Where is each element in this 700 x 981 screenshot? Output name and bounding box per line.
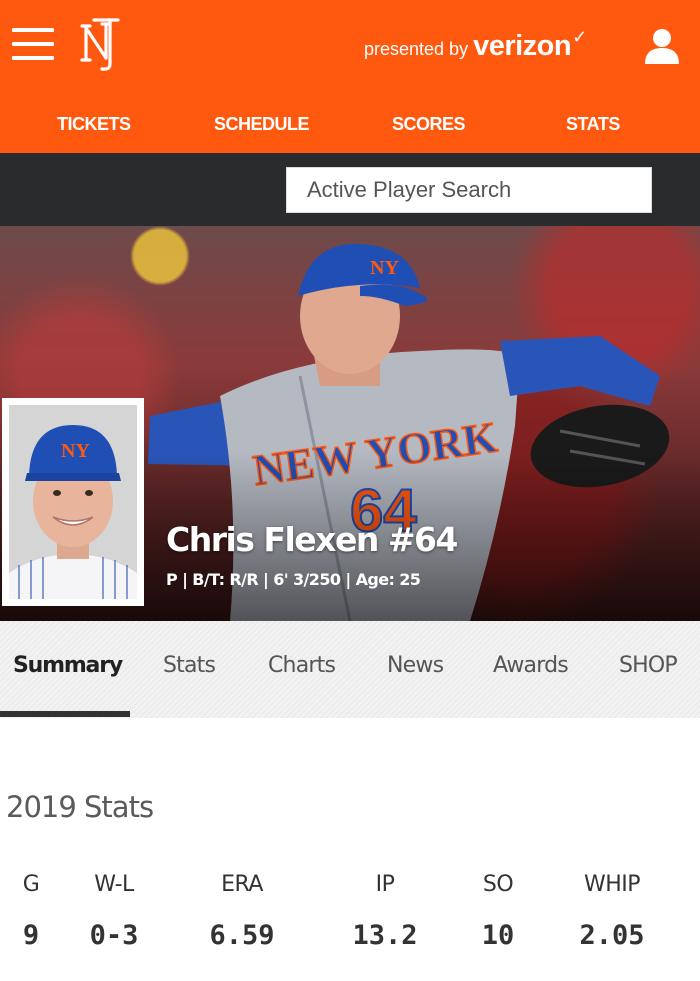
search-bar xyxy=(0,153,700,226)
stat-value-wl: 0-3 xyxy=(89,920,139,951)
player-meta: P | B/T: R/R | 6' 3/250 | Age: 25 xyxy=(166,570,421,589)
stat-header-g: G xyxy=(22,872,40,897)
tab-summary[interactable]: Summary xyxy=(13,653,123,678)
site-header: presented by verizon ✓ TICKETS SCHEDULE … xyxy=(0,0,700,153)
stat-value-g: 9 xyxy=(22,920,40,951)
tab-shop[interactable]: SHOP xyxy=(619,653,678,678)
svg-text:NY: NY xyxy=(61,440,90,462)
stat-header-so: SO xyxy=(482,872,514,897)
player-name: Chris Flexen #64 xyxy=(166,520,458,559)
svg-text:NY: NY xyxy=(370,257,399,279)
user-icon[interactable] xyxy=(642,26,682,66)
tab-awards[interactable]: Awards xyxy=(493,653,569,678)
stat-header-ip: IP xyxy=(375,872,395,897)
player-headshot: NY xyxy=(2,398,144,606)
menu-bar xyxy=(12,42,54,46)
player-hero: NY NEW YORK 64 xyxy=(0,226,700,621)
mets-logo-icon[interactable] xyxy=(80,14,122,72)
tab-stats[interactable]: Stats xyxy=(163,653,216,678)
nav-scores[interactable]: SCORES xyxy=(392,114,466,135)
menu-bar xyxy=(12,28,54,32)
sponsor-check-icon: ✓ xyxy=(572,27,588,47)
nav-schedule[interactable]: SCHEDULE xyxy=(214,114,310,135)
headshot-photo: NY xyxy=(9,405,137,599)
menu-icon[interactable] xyxy=(12,28,54,62)
stat-value-whip: 2.05 xyxy=(579,920,645,951)
active-tab-indicator xyxy=(0,711,130,717)
main-nav: TICKETS SCHEDULE SCORES STATS xyxy=(0,100,700,150)
stats-section-title: 2019 Stats xyxy=(6,790,154,824)
sponsor-banner[interactable]: presented by verizon ✓ xyxy=(364,27,588,63)
tab-news[interactable]: News xyxy=(387,653,444,678)
stat-value-era: 6.59 xyxy=(209,920,275,951)
stat-value-ip: 13.2 xyxy=(352,920,418,951)
menu-bar xyxy=(12,56,54,60)
stat-header-whip: WHIP xyxy=(583,872,641,897)
stat-header-wl: W-L xyxy=(94,872,134,897)
nav-stats[interactable]: STATS xyxy=(566,114,620,135)
nav-tickets[interactable]: TICKETS xyxy=(57,114,131,135)
stat-header-era: ERA xyxy=(221,872,263,897)
stat-value-so: 10 xyxy=(481,920,515,951)
player-search-input[interactable] xyxy=(286,167,652,213)
player-tabs: Summary Stats Charts News Awards SHOP xyxy=(0,621,700,718)
tab-charts[interactable]: Charts xyxy=(268,653,336,678)
sponsor-logo-text: verizon xyxy=(473,30,572,62)
presented-by-text: presented by xyxy=(364,39,469,59)
